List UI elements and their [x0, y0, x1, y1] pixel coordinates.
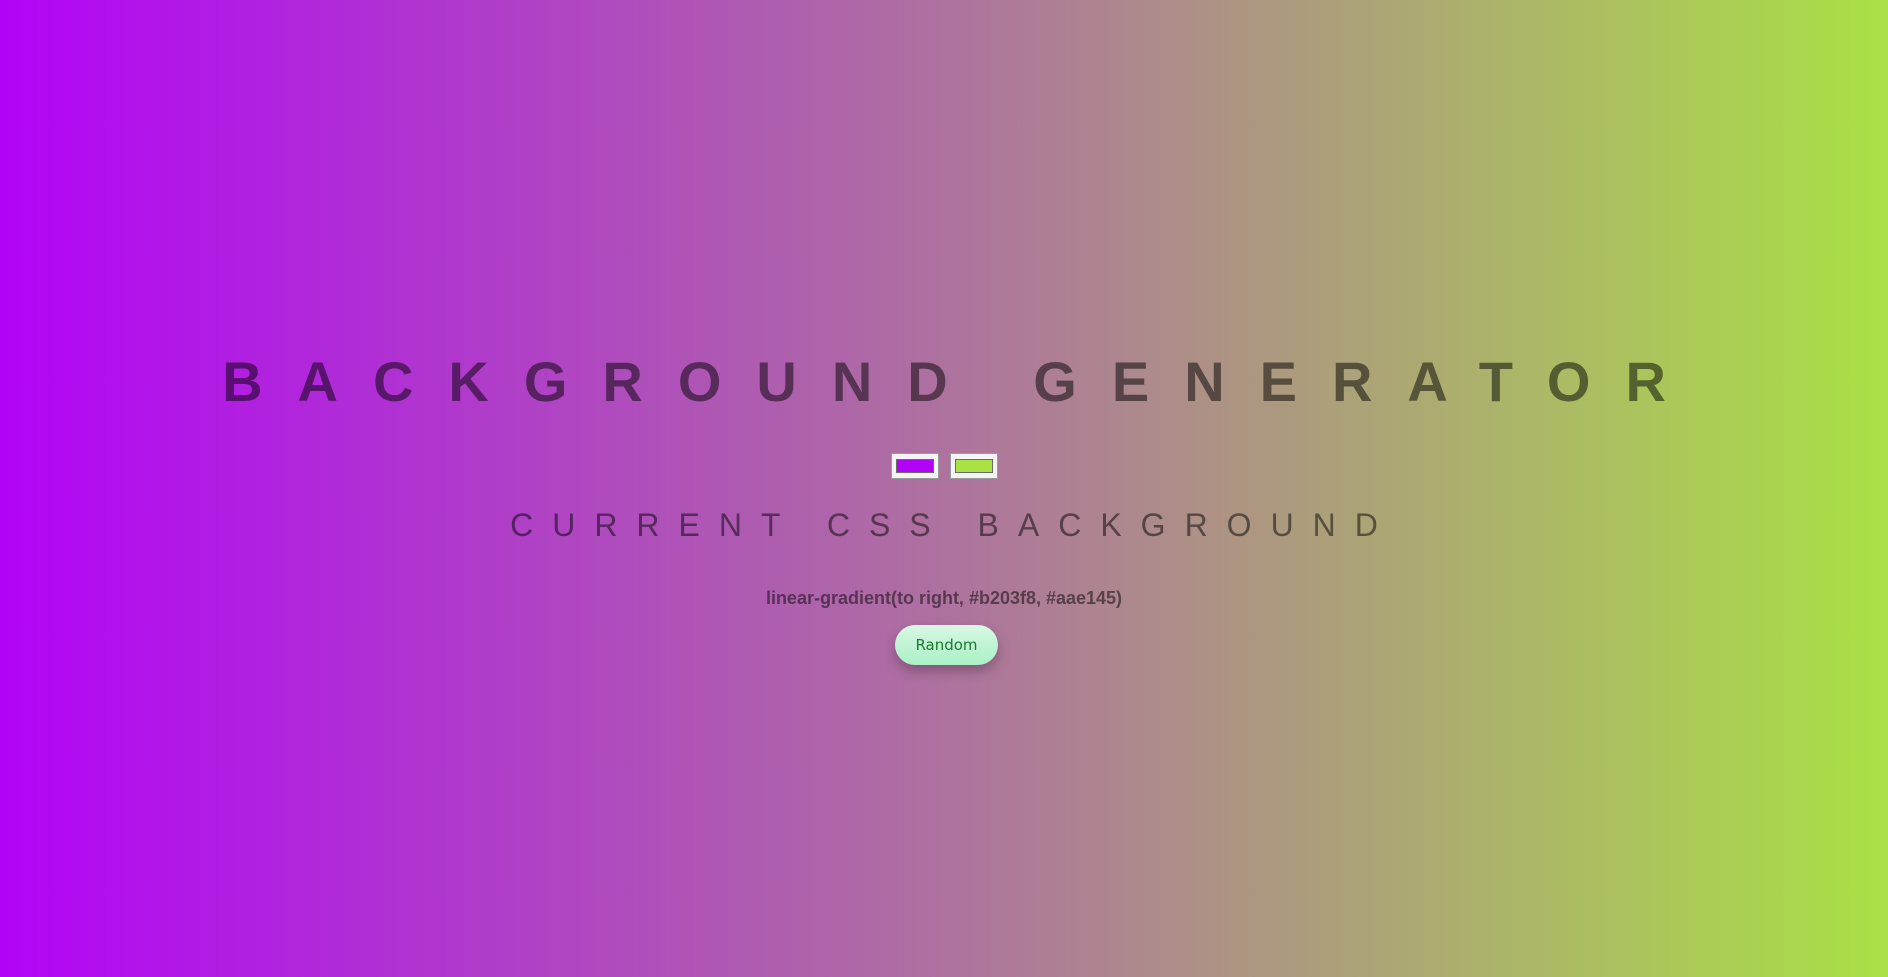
color-picker-1[interactable] — [890, 453, 939, 479]
color-picker-2[interactable] — [949, 453, 998, 479]
current-css-heading: CURRENT CSS BACKGROUND — [510, 507, 1397, 543]
color-pickers — [0, 453, 1888, 479]
page-title: BACKGROUND GENERATOR — [222, 350, 1701, 413]
css-value-text: linear-gradient(to right, #b203f8, #aae1… — [765, 588, 1123, 608]
color-swatch-2 — [954, 459, 993, 473]
color-swatch-1 — [895, 459, 934, 473]
random-button[interactable]: Random — [895, 625, 998, 665]
